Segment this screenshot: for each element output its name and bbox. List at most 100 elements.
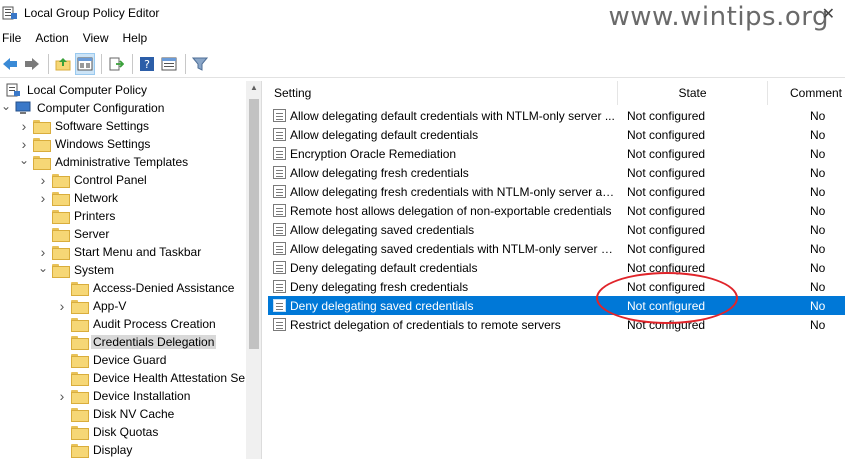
tree-item-label: Disk NV Cache [93,407,175,421]
table-row[interactable]: Allow delegating saved credentials Not co… [268,220,845,239]
help-icon[interactable]: ? [137,53,157,75]
policy-setting-icon [273,147,286,160]
menu-action[interactable]: Action [31,31,72,45]
tree-item[interactable]: Audit Process Creation [56,315,218,333]
column-header-state[interactable]: State [618,81,768,105]
back-icon[interactable] [0,53,20,75]
tree-item[interactable]: › Start Menu and Taskbar [37,243,203,261]
folder-icon [71,426,89,440]
chevron-right-icon[interactable]: › [18,118,30,134]
table-row[interactable]: Restrict delegation of credentials to re… [268,315,845,334]
scroll-up-icon[interactable]: ▲ [246,83,261,92]
folder-icon [52,174,70,188]
chevron-right-icon[interactable]: › [18,136,30,152]
table-row[interactable]: Deny delegating fresh credentials Not con… [268,277,845,296]
up-folder-icon[interactable] [53,53,73,75]
chevron-down-icon[interactable]: ⌄ [37,261,49,275]
column-header-setting[interactable]: Setting [268,81,618,105]
setting-comment: No [810,165,826,180]
menu-bar: File Action View Help [0,28,157,48]
table-row[interactable]: Allow delegating default credentials Not … [268,125,845,144]
tree-item-label: Access-Denied Assistance [93,281,235,295]
menu-help[interactable]: Help [119,31,152,45]
table-row[interactable]: Remote host allows delegation of non-exp… [268,201,845,220]
properties-icon[interactable] [159,53,179,75]
setting-state: Not configured [627,279,706,294]
export-list-icon[interactable] [106,53,126,75]
chevron-right-icon[interactable]: › [37,244,49,260]
tree-item-label: Start Menu and Taskbar [74,245,202,259]
tree-item[interactable]: Disk Quotas [56,423,160,441]
table-row[interactable]: Deny delegating default credentials Not c… [268,258,845,277]
folder-icon [71,354,89,368]
setting-state: Not configured [627,298,706,313]
chevron-right-icon[interactable]: › [56,388,68,404]
show-hide-tree-icon[interactable] [75,52,95,75]
column-header-comment[interactable]: Comment [768,81,845,105]
setting-state: Not configured [627,127,706,142]
close-icon[interactable]: ✕ [822,4,835,24]
toolbar-separator [185,53,186,74]
tree-item[interactable]: Credentials Delegation [56,333,217,351]
group-policy-app-icon [2,6,17,20]
tree-item[interactable]: Printers [37,207,117,225]
tree-item[interactable]: ⌄ Computer Configuration [0,99,166,117]
tree-item[interactable]: Device Health Attestation Se [56,369,247,387]
tree-item[interactable]: ⌄ System [37,261,116,279]
tree-item[interactable]: › Software Settings [18,117,151,135]
setting-state: Not configured [627,317,706,332]
folder-icon [71,408,89,422]
tree-item[interactable]: ⌄ Administrative Templates [18,153,190,171]
scrollbar-thumb[interactable] [249,99,259,349]
menu-file[interactable]: File [0,31,25,45]
table-row[interactable]: Encryption Oracle Remediation Not configu… [268,144,845,163]
table-row[interactable]: Allow delegating saved credentials with … [268,239,845,258]
tree-item[interactable]: Server [37,225,111,243]
folder-icon [71,300,89,314]
tree-item-label: Software Settings [55,119,150,133]
tree-scrollbar[interactable]: ▲ [246,81,261,459]
folder-icon [71,318,89,332]
chevron-right-icon[interactable]: › [56,298,68,314]
setting-state: Not configured [627,165,706,180]
table-row[interactable]: Allow delegating fresh credentials with … [268,182,845,201]
tree-item[interactable]: Access-Denied Assistance [56,279,236,297]
table-row[interactable]: Deny delegating saved credentials Not con… [268,296,845,315]
tree-item-label: App-V [93,299,127,313]
tree-item[interactable]: › Network [37,189,120,207]
tree-item[interactable]: › Control Panel [37,171,149,189]
tree-item[interactable]: Disk NV Cache [56,405,176,423]
tree-item[interactable]: Display [56,441,134,459]
menu-view[interactable]: View [79,31,113,45]
tree-item[interactable]: › Device Installation [56,387,192,405]
policy-setting-icon [273,204,286,217]
tree-item[interactable]: Device Guard [56,351,168,369]
chevron-down-icon[interactable]: ⌄ [18,153,30,167]
setting-name: Allow delegating default credentials wit… [290,108,615,123]
tree-item[interactable]: Local Computer Policy [0,81,149,99]
tree-pane[interactable]: Display Disk Quotas Disk NV Cache › Device I… [0,81,262,459]
tree-item-label: Windows Settings [55,137,151,151]
forward-icon[interactable] [22,53,42,75]
setting-comment: No [810,279,826,294]
title-bar: Local Group Policy Editor www.wintips.or… [0,0,845,32]
filter-icon[interactable] [190,53,210,75]
chevron-right-icon[interactable]: › [37,172,49,188]
table-row[interactable]: Allow delegating fresh credentials Not co… [268,163,845,182]
tree-item[interactable]: › Windows Settings [18,135,152,153]
table-row[interactable]: Allow delegating default credentials wit… [268,106,845,125]
folder-icon [52,264,70,278]
chevron-right-icon[interactable]: › [37,190,49,206]
setting-comment: No [810,127,826,142]
folder-icon [52,192,70,206]
chevron-down-icon[interactable]: ⌄ [0,99,12,113]
setting-comment: No [810,108,826,123]
setting-name: Allow delegating fresh credentials with … [290,184,616,199]
tree-item[interactable]: › App-V [56,297,128,315]
tree-item-label: Device Guard [93,353,167,367]
setting-name: Allow delegating saved credentials with … [290,241,616,256]
